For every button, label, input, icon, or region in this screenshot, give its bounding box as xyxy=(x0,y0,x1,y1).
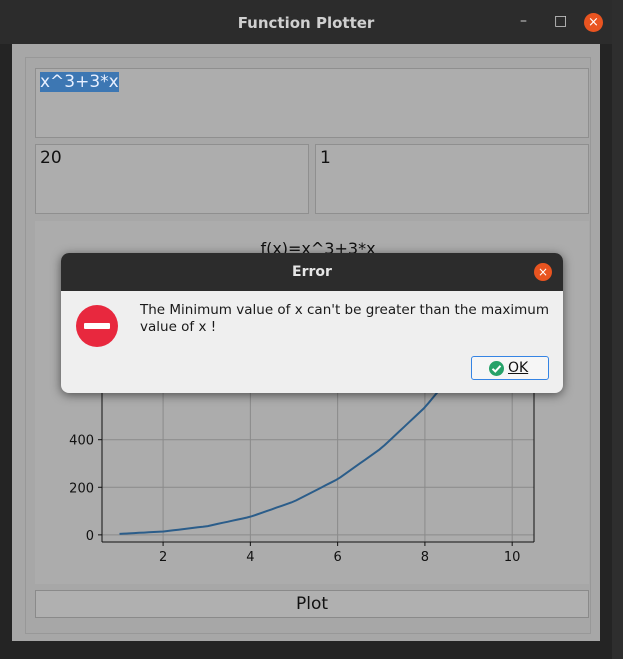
minimize-icon[interactable]: – xyxy=(520,14,527,28)
title-bar: Function Plotter – □ × xyxy=(0,0,612,44)
checkmark-icon xyxy=(489,361,504,376)
ok-button-label: OK xyxy=(508,360,529,376)
maximize-icon[interactable]: □ xyxy=(554,14,567,28)
y-tick-label: 400 xyxy=(69,434,94,449)
close-icon[interactable]: × xyxy=(584,13,603,32)
function-input-text: x^3+3*x xyxy=(40,72,119,92)
error-dialog: Error × The Minimum value of x can't be … xyxy=(61,253,563,393)
x-tick-label: 6 xyxy=(333,550,341,565)
dialog-title: Error xyxy=(61,253,563,291)
min-x-input[interactable]: 20 xyxy=(35,144,309,214)
error-icon xyxy=(76,305,118,347)
y-tick-label: 0 xyxy=(86,529,94,544)
ok-button[interactable]: OK xyxy=(471,356,549,380)
background-window-edge xyxy=(612,0,623,659)
y-tick-label: 200 xyxy=(69,481,94,496)
x-tick-label: 2 xyxy=(159,550,167,565)
x-tick-label: 8 xyxy=(421,550,429,565)
dialog-message: The Minimum value of x can't be greater … xyxy=(140,302,549,335)
x-tick-label: 10 xyxy=(504,550,521,565)
max-x-value: 1 xyxy=(320,148,331,168)
x-tick-label: 4 xyxy=(246,550,254,565)
min-x-value: 20 xyxy=(40,148,62,168)
dialog-close-icon[interactable]: × xyxy=(534,263,552,281)
plot-button[interactable]: Plot xyxy=(35,590,589,618)
max-x-input[interactable]: 1 xyxy=(315,144,589,214)
function-input[interactable]: x^3+3*x xyxy=(35,68,589,138)
